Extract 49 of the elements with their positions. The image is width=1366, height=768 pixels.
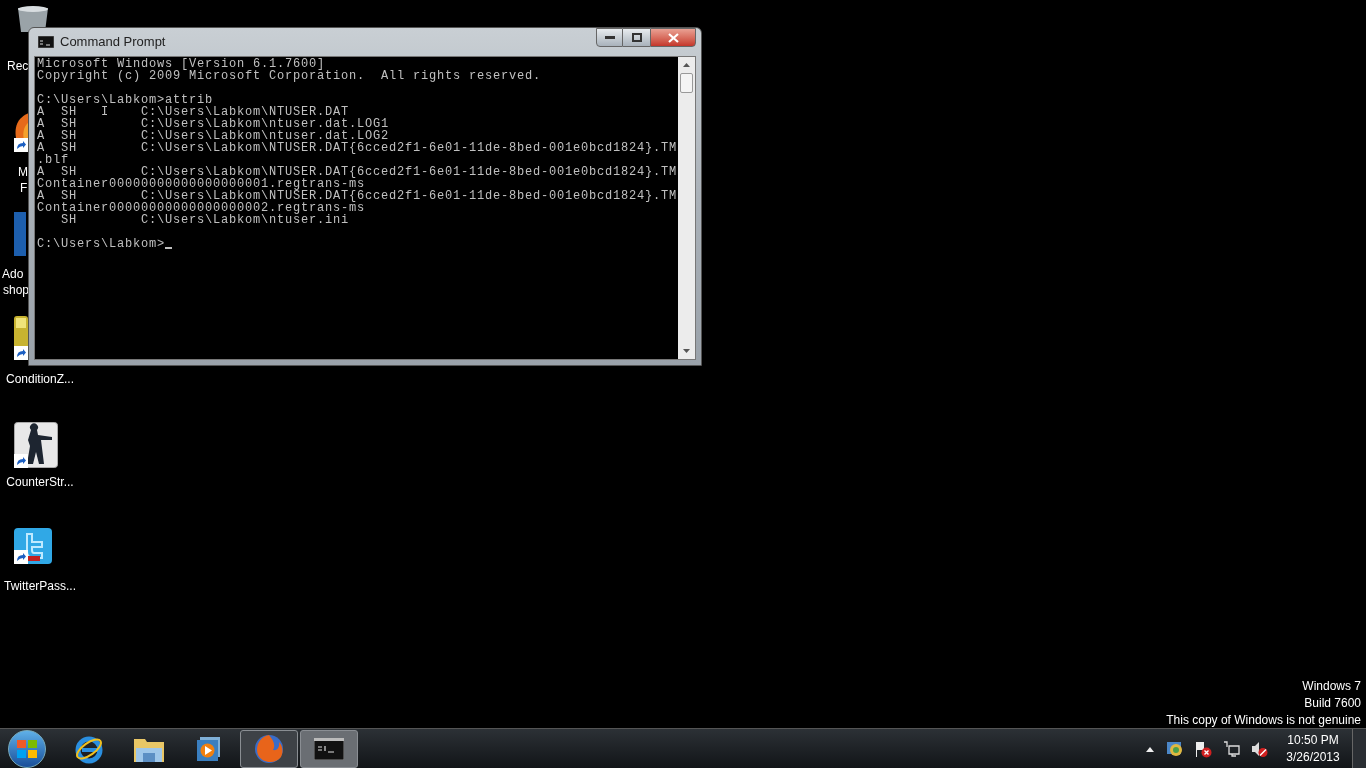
desktop-icon-label: ConditionZ... bbox=[5, 371, 74, 387]
desktop-icon-label: Rec bbox=[7, 58, 29, 74]
maximize-icon bbox=[631, 33, 642, 42]
scrollbar-thumb[interactable] bbox=[680, 73, 693, 93]
console-line: .blf bbox=[37, 154, 69, 166]
terminal-icon bbox=[38, 36, 54, 48]
flag-error-icon[interactable] bbox=[1194, 739, 1212, 758]
desktop-icon-label: M bbox=[18, 164, 28, 180]
console-line: A SH I C:\Users\Labkom\NTUSER.DAT bbox=[37, 106, 350, 118]
media-player-icon bbox=[196, 735, 222, 762]
show-desktop-button[interactable] bbox=[1352, 728, 1366, 768]
firefox-icon bbox=[253, 732, 285, 765]
soldier-icon bbox=[14, 422, 58, 468]
desktop-icon-label: shop bbox=[3, 282, 30, 298]
console-line: Container00000000000000000001.regtrans-ms bbox=[37, 178, 366, 190]
desktop-icon-label: CounterStr... bbox=[6, 474, 74, 490]
console-line: C:\Users\Labkom> bbox=[37, 238, 166, 250]
clock[interactable]: 10:50 PM 3/26/2013 bbox=[1282, 731, 1344, 766]
desktop-icon-label: Ado bbox=[2, 266, 24, 282]
terminal-icon bbox=[314, 737, 344, 760]
console-line: A SH C:\Users\Labkom\NTUSER.DAT{6cced2f1-6e01-11de-8bed-001e0bcd1824}.TM bbox=[37, 166, 678, 178]
taskbar-button[interactable] bbox=[300, 729, 358, 768]
close-button[interactable] bbox=[650, 28, 696, 47]
windows-logo-icon bbox=[17, 739, 37, 758]
console-line: A SH C:\Users\Labkom\ntuser.dat.LOG1 bbox=[37, 118, 390, 130]
console-line: A SH C:\Users\Labkom\ntuser.dat.LOG2 bbox=[37, 130, 390, 142]
genuine-notice-text: Windows 7 bbox=[1302, 678, 1361, 695]
vertical-scrollbar[interactable] bbox=[678, 57, 695, 359]
maximize-button[interactable] bbox=[623, 28, 650, 47]
network-icon[interactable] bbox=[1222, 739, 1240, 758]
console-line: C:\Users\Labkom>attrib bbox=[37, 94, 214, 106]
minimize-button[interactable] bbox=[596, 28, 623, 47]
close-icon bbox=[667, 32, 679, 43]
genuine-notice-text: This copy of Windows is not genuine bbox=[1166, 712, 1361, 729]
minimize-icon bbox=[604, 35, 615, 40]
app-icon bbox=[14, 212, 26, 256]
desktop-icon-label: TwitterPass... bbox=[4, 578, 76, 594]
genuine-notice-text: Build 7600 bbox=[1304, 695, 1361, 712]
start-button[interactable] bbox=[8, 729, 46, 768]
console-line: Copyright (c) 2009 Microsoft Corporation. All rights reserved. bbox=[37, 70, 542, 82]
console-line: Container00000000000000000002.regtrans-ms bbox=[37, 202, 366, 214]
console-line: A SH C:\Users\Labkom\NTUSER.DAT{6cced2f1-6e01-11de-8bed-001e0bcd1824}.TM bbox=[37, 190, 678, 202]
console-line: SH C:\Users\Labkom\ntuser.ini bbox=[61, 214, 350, 226]
console-line: A SH C:\Users\Labkom\NTUSER.DAT{6cced2f1-6e01-11de-8bed-001e0bcd1824}.TM bbox=[37, 142, 678, 154]
desktop-icon-label: F bbox=[20, 180, 28, 196]
window-title: Command Prompt bbox=[60, 33, 166, 52]
console-line: Microsoft Windows [Version 6.1.7600] bbox=[37, 58, 326, 70]
show-hidden-icons-icon[interactable] bbox=[1146, 745, 1154, 752]
network-globe-icon[interactable] bbox=[1166, 739, 1184, 758]
